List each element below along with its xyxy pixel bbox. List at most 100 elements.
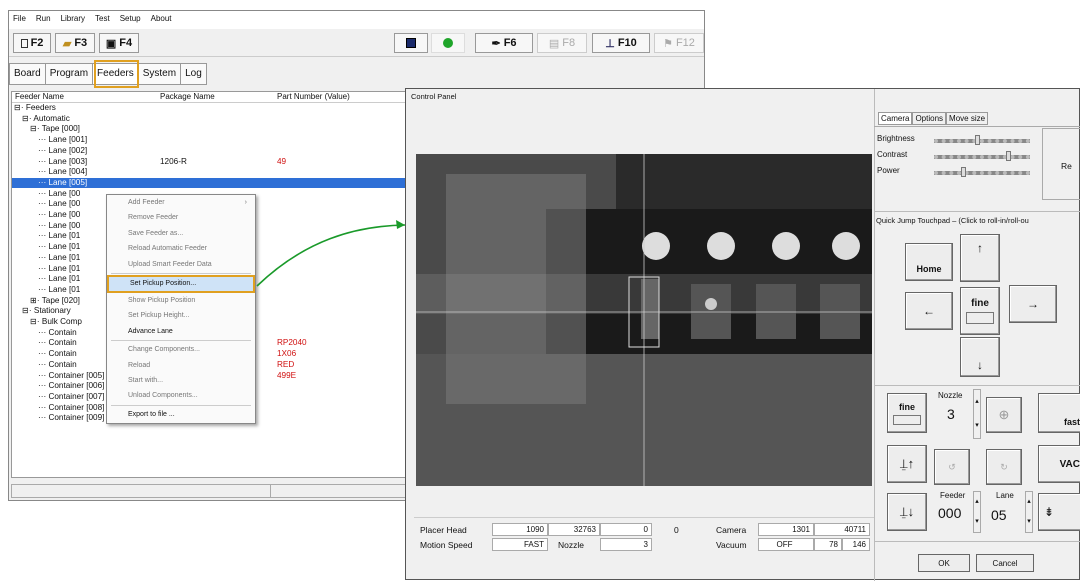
ok-button[interactable]: OK — [918, 554, 970, 572]
new-file-icon — [20, 38, 28, 48]
col-package-name[interactable]: Package Name — [157, 92, 274, 102]
tab-system[interactable]: System — [137, 63, 182, 85]
f8-button[interactable]: ▤ F8 — [537, 33, 587, 53]
feeder-name-cell: ··· Lane [003] — [38, 156, 88, 166]
part-number-cell: 499E — [277, 370, 297, 380]
footer-divider — [874, 541, 1080, 542]
head-up-button[interactable]: ⍊↑ — [887, 445, 927, 483]
tab-program[interactable]: Program — [44, 63, 94, 85]
slider-thumb[interactable] — [1006, 151, 1011, 161]
menu-run[interactable]: Run — [36, 14, 51, 26]
part-number-cell: 49 — [277, 156, 287, 166]
lane-value[interactable]: 05 — [991, 507, 1007, 523]
stop-button[interactable] — [394, 33, 428, 53]
tab-move-size[interactable]: Move size — [946, 112, 989, 125]
context-menu-item[interactable]: Set Pickup Height... — [107, 308, 255, 323]
fine-center-button[interactable]: fine — [960, 287, 1000, 335]
slider-track[interactable] — [934, 155, 1030, 159]
open-button[interactable]: ▰ F3 — [55, 33, 95, 53]
save-button[interactable]: ▣ F4 — [99, 33, 139, 53]
f12-button[interactable]: ⚑ F12 — [654, 33, 704, 53]
feeder-name-cell: ··· Container [007] — [38, 391, 105, 401]
rotate-ccw-icon: ↺ — [948, 461, 956, 472]
nozzle-tool-icon: ⊕ — [998, 407, 1010, 422]
col-feeder-name[interactable]: Feeder Name — [12, 92, 157, 102]
rotate-ccw-button[interactable]: ↺ — [934, 449, 970, 485]
feeder-name-cell: ··· Container [008] — [38, 402, 105, 412]
menu-setup[interactable]: Setup — [120, 14, 141, 26]
head-down-button[interactable]: ⍊↓ — [887, 493, 927, 531]
part-number-cell: 1X06 — [277, 349, 297, 359]
menu-about[interactable]: About — [151, 14, 172, 26]
rotate-cw-button[interactable]: ↻ — [986, 449, 1022, 485]
feeders-tab-highlight — [94, 60, 139, 88]
feeder-name-cell: ··· Lane [01 — [38, 252, 81, 262]
context-menu-item[interactable]: Save Feeder as... — [107, 226, 255, 241]
res-label: Re — [1061, 161, 1072, 171]
run-button[interactable] — [431, 33, 465, 53]
context-menu-item[interactable]: Change Components... — [107, 342, 255, 357]
context-menu-item[interactable]: Add Feeder › — [107, 195, 255, 210]
open-button-label: F3 — [74, 37, 88, 49]
nozzle-spinner[interactable]: ▴ ▾ — [973, 389, 981, 439]
control-panel-title: Control Panel — [411, 92, 457, 101]
menu-file[interactable]: File — [13, 14, 26, 26]
context-menu-item[interactable]: Upload Smart Feeder Data — [107, 257, 255, 272]
context-menu-item[interactable]: Export to file ... — [107, 407, 255, 422]
fast-button[interactable]: fast — [1038, 393, 1080, 433]
context-menu-item[interactable]: Unload Components... — [107, 388, 255, 403]
down-button[interactable]: ↓ — [960, 337, 1000, 377]
feeder-spinner[interactable]: ▴ ▾ — [973, 491, 981, 533]
new-button[interactable]: F2 — [13, 33, 51, 53]
feeder-name-cell: ··· Contain — [38, 359, 77, 369]
nozzle-tool-button[interactable]: ⊕ — [986, 397, 1022, 433]
stop-icon — [406, 38, 416, 48]
submenu-arrow-icon: › — [244, 199, 247, 206]
lane-spinner[interactable]: ▴ ▾ — [1025, 491, 1033, 533]
new-button-label: F2 — [30, 37, 44, 49]
tab-log[interactable]: Log — [180, 63, 207, 85]
rotate-cw-icon: ↻ — [1000, 461, 1008, 472]
nozzle-status-label: Nozzle — [558, 540, 584, 550]
home-label: Home — [916, 264, 942, 274]
context-menu-item[interactable]: Reload Automatic Feeder — [107, 241, 255, 256]
context-menu-item[interactable]: Set Pickup Position... — [107, 274, 255, 293]
context-menu-item[interactable]: Show Pickup Position — [107, 293, 255, 308]
right-arrow-icon: → — [1027, 297, 1039, 311]
menu-test[interactable]: Test — [95, 14, 110, 26]
slider-thumb[interactable] — [961, 167, 966, 177]
left-button[interactable]: ← — [905, 292, 953, 330]
feeder-name-cell: ··· Lane [00 — [38, 220, 81, 230]
controls-divider — [874, 385, 1080, 386]
f10-button[interactable]: ⊥ F10 — [592, 33, 650, 53]
toolbar: F2 ▰ F3 ▣ F4 ✒ F6 ▤ F8 ⊥ F10 ⚑ F12 — [9, 29, 704, 57]
slider-track[interactable] — [934, 139, 1030, 143]
pen-icon: ✒ — [491, 37, 501, 50]
home-button[interactable]: Home — [905, 243, 953, 281]
vac-button[interactable]: VAC — [1038, 445, 1080, 483]
feeder-advance-button[interactable]: ⇟ — [1038, 493, 1080, 531]
fine-button[interactable]: fine — [887, 393, 927, 433]
placer-head-x: 1090 — [492, 523, 548, 536]
right-button[interactable]: → — [1009, 285, 1057, 323]
tab-board[interactable]: Board — [9, 63, 46, 85]
f10-label: F10 — [617, 37, 637, 49]
nozzle-value[interactable]: 3 — [947, 406, 955, 422]
tab-camera[interactable]: Camera — [878, 112, 913, 125]
feeder-name-cell: ⊟· Tape [000] — [30, 124, 80, 134]
tab-options[interactable]: Options — [912, 112, 947, 125]
up-button[interactable]: ↑ — [960, 234, 1000, 282]
context-menu-item[interactable]: Start with... — [107, 373, 255, 388]
feeder-value[interactable]: 000 — [938, 505, 961, 521]
f6-button[interactable]: ✒ F6 — [475, 33, 533, 53]
feeder-name-cell: ··· Contain — [38, 349, 77, 359]
context-menu-item[interactable]: Advance Lane — [107, 324, 255, 339]
menu-library[interactable]: Library — [61, 14, 85, 26]
package-name-cell: 1206-R — [160, 156, 187, 166]
slider-track[interactable] — [934, 171, 1030, 175]
cancel-button[interactable]: Cancel — [976, 554, 1034, 572]
placer-head-z: 0 — [600, 523, 652, 536]
context-menu-item[interactable]: Remove Feeder — [107, 210, 255, 225]
context-menu-item[interactable]: Reload — [107, 358, 255, 373]
slider-thumb[interactable] — [974, 135, 980, 145]
